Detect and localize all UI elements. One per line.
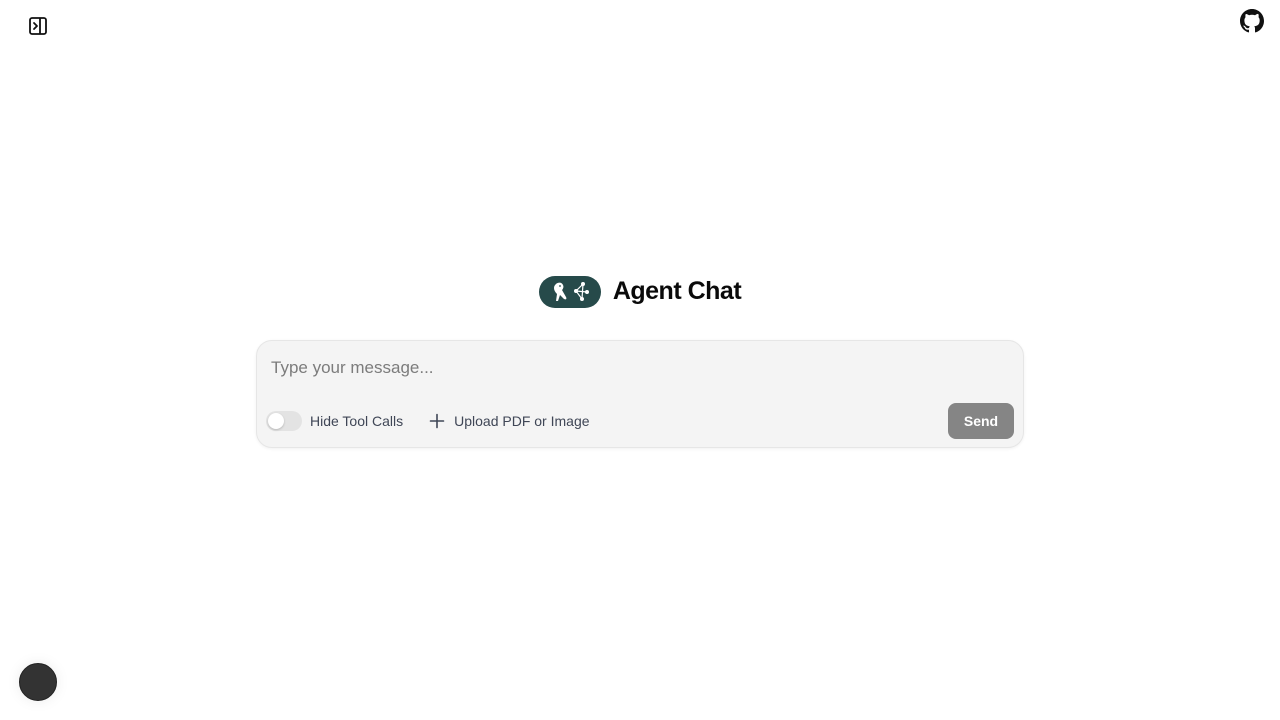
toggle-thumb — [268, 413, 284, 429]
sidebar-expand-icon — [29, 17, 47, 35]
hide-tool-calls-toggle[interactable]: Hide Tool Calls — [266, 411, 403, 431]
message-composer: Hide Tool Calls Upload PDF or Image Send — [256, 340, 1024, 448]
plus-icon — [429, 413, 445, 429]
github-icon — [1239, 8, 1264, 32]
github-link[interactable] — [1239, 8, 1264, 33]
upload-file-button[interactable]: Upload PDF or Image — [429, 413, 590, 429]
hide-tool-calls-label: Hide Tool Calls — [310, 413, 404, 429]
composer-toolbar: Hide Tool Calls Upload PDF or Image Send — [266, 403, 1014, 439]
message-input[interactable] — [271, 353, 1007, 383]
toggle-switch[interactable] — [266, 411, 302, 431]
brand-header: Agent Chat — [0, 275, 1280, 308]
user-avatar[interactable] — [19, 663, 57, 701]
page-title: Agent Chat — [612, 277, 742, 305]
upload-label: Upload PDF or Image — [454, 413, 590, 429]
sidebar-toggle-button[interactable] — [27, 15, 49, 37]
send-button[interactable]: Send — [948, 403, 1014, 439]
langgraph-logo-icon — [553, 281, 589, 301]
brand-logo — [538, 275, 601, 308]
